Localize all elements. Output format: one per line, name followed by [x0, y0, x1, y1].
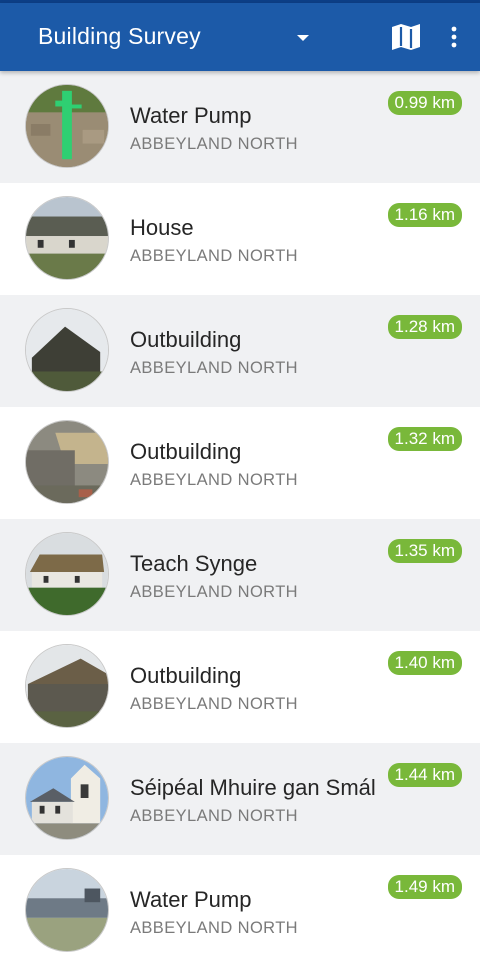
item-title: Water Pump	[130, 887, 252, 912]
building-photo	[25, 84, 109, 168]
building-list: Water Pump ABBEYLAND NORTH 0.99 km House…	[0, 71, 480, 967]
item-location: ABBEYLAND NORTH	[130, 247, 298, 265]
building-photo	[25, 868, 109, 952]
distance-badge: 1.35 km	[387, 539, 462, 563]
building-photo	[25, 308, 109, 392]
distance-badge: 0.99 km	[387, 91, 462, 115]
building-photo	[25, 644, 109, 728]
list-item[interactable]: Teach Synge ABBEYLAND NORTH 1.35 km	[0, 519, 480, 631]
item-location: ABBEYLAND NORTH	[130, 807, 298, 825]
item-title: Outbuilding	[130, 327, 242, 352]
distance-badge: 1.28 km	[387, 315, 462, 339]
item-title: Outbuilding	[130, 663, 242, 688]
list-item[interactable]: House ABBEYLAND NORTH 1.16 km	[0, 183, 480, 295]
app-bar: Building Survey	[0, 3, 480, 71]
item-location: ABBEYLAND NORTH	[130, 583, 298, 601]
distance-badge: 1.44 km	[387, 763, 462, 787]
building-photo	[25, 420, 109, 504]
list-item[interactable]: Water Pump ABBEYLAND NORTH 1.49 km	[0, 855, 480, 967]
item-title: House	[130, 215, 194, 240]
item-title: Teach Synge	[130, 551, 258, 576]
item-location: ABBEYLAND NORTH	[130, 135, 298, 153]
distance-badge: 1.40 km	[387, 651, 462, 675]
list-item[interactable]: Outbuilding ABBEYLAND NORTH 1.32 km	[0, 407, 480, 519]
building-photo	[25, 196, 109, 280]
list-item[interactable]: Outbuilding ABBEYLAND NORTH 1.40 km	[0, 631, 480, 743]
item-title: Séipéal Mhuire gan Smál	[130, 775, 376, 800]
map-icon[interactable]	[390, 23, 422, 51]
caret-down-icon[interactable]	[297, 35, 309, 41]
distance-badge: 1.16 km	[387, 203, 462, 227]
item-title: Water Pump	[130, 103, 252, 128]
app-title[interactable]: Building Survey	[38, 23, 201, 50]
building-photo	[25, 532, 109, 616]
list-item[interactable]: Water Pump ABBEYLAND NORTH 0.99 km	[0, 71, 480, 183]
distance-badge: 1.32 km	[387, 427, 462, 451]
list-item[interactable]: Séipéal Mhuire gan Smál ABBEYLAND NORTH …	[0, 743, 480, 855]
list-item[interactable]: Outbuilding ABBEYLAND NORTH 1.28 km	[0, 295, 480, 407]
overflow-menu-icon[interactable]	[446, 23, 462, 51]
item-location: ABBEYLAND NORTH	[130, 695, 298, 713]
item-location: ABBEYLAND NORTH	[130, 919, 298, 937]
item-location: ABBEYLAND NORTH	[130, 471, 298, 489]
distance-badge: 1.49 km	[387, 875, 462, 899]
item-location: ABBEYLAND NORTH	[130, 359, 298, 377]
building-photo	[25, 756, 109, 840]
item-title: Outbuilding	[130, 439, 242, 464]
